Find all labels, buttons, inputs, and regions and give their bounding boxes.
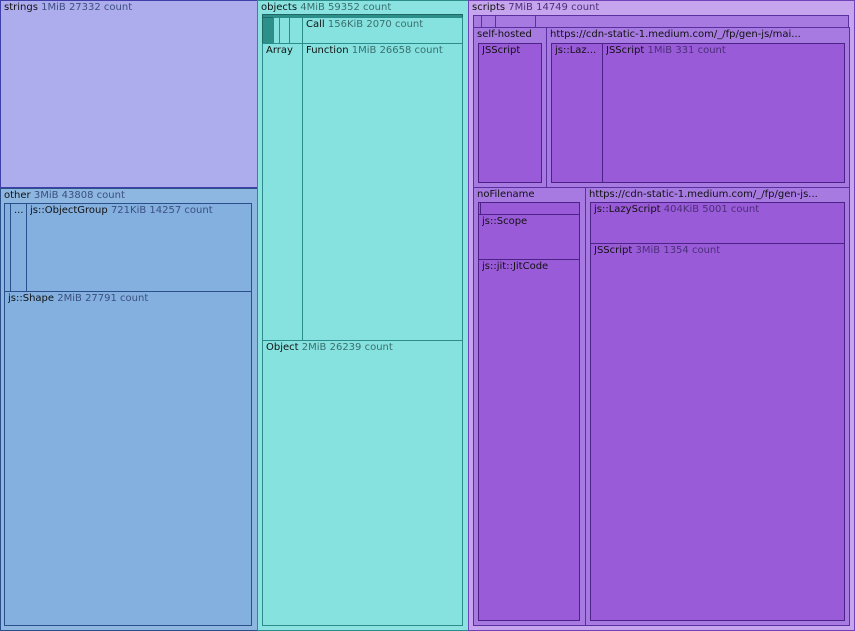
node-other-ellipsis-label: ... [14,205,24,216]
node-size: 2MiB [57,293,82,304]
node-count: 14257 count [149,205,213,216]
node-name: self-hosted [477,29,532,40]
node-js-shape-label: js::Shape 2MiB 27791 count [8,293,249,305]
node-count: 331 count [675,45,726,56]
node-strings[interactable]: strings 1MiB 27332 count [0,0,258,188]
node-size: 3MiB [33,190,59,201]
node-name: JSScript [606,45,645,56]
node-name: JSScript [594,245,633,256]
node-main-url-jsscript-label: JSScript 1MiB 331 count [606,45,842,57]
node-name: Function [306,45,349,56]
node-js-lazyscript[interactable]: js::LazyScript 404KiB 5001 count [590,202,845,244]
node-name: scripts [472,2,506,13]
node-object[interactable]: Object 2MiB 26239 count [262,340,463,626]
node-name: objects [261,2,298,13]
node-size: 2MiB [301,342,327,353]
node-main-url-jsscript[interactable]: JSScript 1MiB 331 count [602,43,845,183]
node-strings-label: strings 1MiB 27332 count [4,2,255,14]
node-size: 1MiB [351,45,377,56]
node-main-url-lazy[interactable]: js::Laz... [551,43,603,183]
node-size: 404KiB [663,204,700,215]
node-main-url-label: https://cdn-static-1.medium.com/_/fp/gen… [550,29,847,41]
node-array-label: Array [266,45,300,57]
node-count: 26239 count [329,342,393,353]
node-count: 14749 count [536,2,600,13]
node-js-objectgroup[interactable]: js::ObjectGroup 721KiB 14257 count [26,203,252,292]
node-function-label: Function 1MiB 26658 count [306,45,460,57]
node-name: js::Scope [482,216,528,227]
node-other-ellipsis[interactable]: ... [10,203,27,292]
node-array[interactable]: Array [262,43,303,341]
node-count: 59352 count [328,2,392,13]
node-count: 2070 count [366,19,424,30]
node-other-label: other 3MiB 43808 count [4,190,255,202]
node-js-shape[interactable]: js::Shape 2MiB 27791 count [4,291,252,626]
node-js-scope[interactable]: js::Scope [478,214,580,260]
node-objects-label: objects 4MiB 59352 count [261,2,466,14]
node-self-hosted-label: self-hosted [477,29,544,41]
node-objects-small-4[interactable] [289,17,303,44]
node-name: Call [306,19,325,30]
node-size: 156KiB [327,19,364,30]
node-gen-url-jsscript-label: JSScript 3MiB 1354 count [594,245,842,257]
node-count: 5001 count [702,204,760,215]
node-name: https://cdn-static-1.medium.com/_/fp/gen… [589,189,818,200]
node-size: 3MiB [635,245,661,256]
node-count: 1354 count [663,245,721,256]
node-name: js::jit::JitCode [482,261,549,272]
heap-treemap: strings 1MiB 27332 count other 3MiB 4380… [0,0,855,631]
node-name: js::Laz... [555,45,597,56]
node-main-url-lazy-label: js::Laz... [555,45,600,57]
node-call-label: Call 156KiB 2070 count [306,19,460,31]
node-call[interactable]: Call 156KiB 2070 count [302,17,463,44]
node-gen-url-label: https://cdn-static-1.medium.com/_/fp/gen… [589,189,847,201]
node-name: js::Shape [8,293,55,304]
node-name: strings [4,2,38,13]
node-size: 1MiB [41,2,66,13]
node-name: https://cdn-static-1.medium.com/_/fp/gen… [550,29,801,40]
node-name: Object [266,342,299,353]
node-function[interactable]: Function 1MiB 26658 count [302,43,463,341]
node-size: 1MiB [647,45,673,56]
node-js-jit-jitcode[interactable]: js::jit::JitCode [478,259,580,621]
node-nofilename-label: noFilename [477,189,583,201]
node-name: Array [266,45,293,56]
node-count: 27791 count [85,293,149,304]
node-js-jit-jitcode-label: js::jit::JitCode [482,261,577,273]
node-count: 26658 count [379,45,443,56]
node-name: noFilename [477,189,535,200]
node-size: 7MiB [508,2,533,13]
node-self-hosted-jsscript[interactable]: JSScript [478,43,542,183]
node-count: 27332 count [68,2,133,13]
node-js-scope-label: js::Scope [482,216,577,228]
node-name: other [4,190,31,201]
node-js-objectgroup-label: js::ObjectGroup 721KiB 14257 count [30,205,249,217]
node-name: js::LazyScript [594,204,661,215]
node-size: 4MiB [300,2,325,13]
node-name: js::ObjectGroup [30,205,108,216]
node-self-hosted-jsscript-label: JSScript [482,45,539,57]
node-name: JSScript [482,45,521,56]
node-scripts-label: scripts 7MiB 14749 count [472,2,852,14]
node-js-lazyscript-label: js::LazyScript 404KiB 5001 count [594,204,842,216]
node-count: 43808 count [61,190,125,201]
node-object-label: Object 2MiB 26239 count [266,342,460,354]
node-size: 721KiB [110,205,147,216]
node-gen-url-jsscript[interactable]: JSScript 3MiB 1354 count [590,243,845,621]
